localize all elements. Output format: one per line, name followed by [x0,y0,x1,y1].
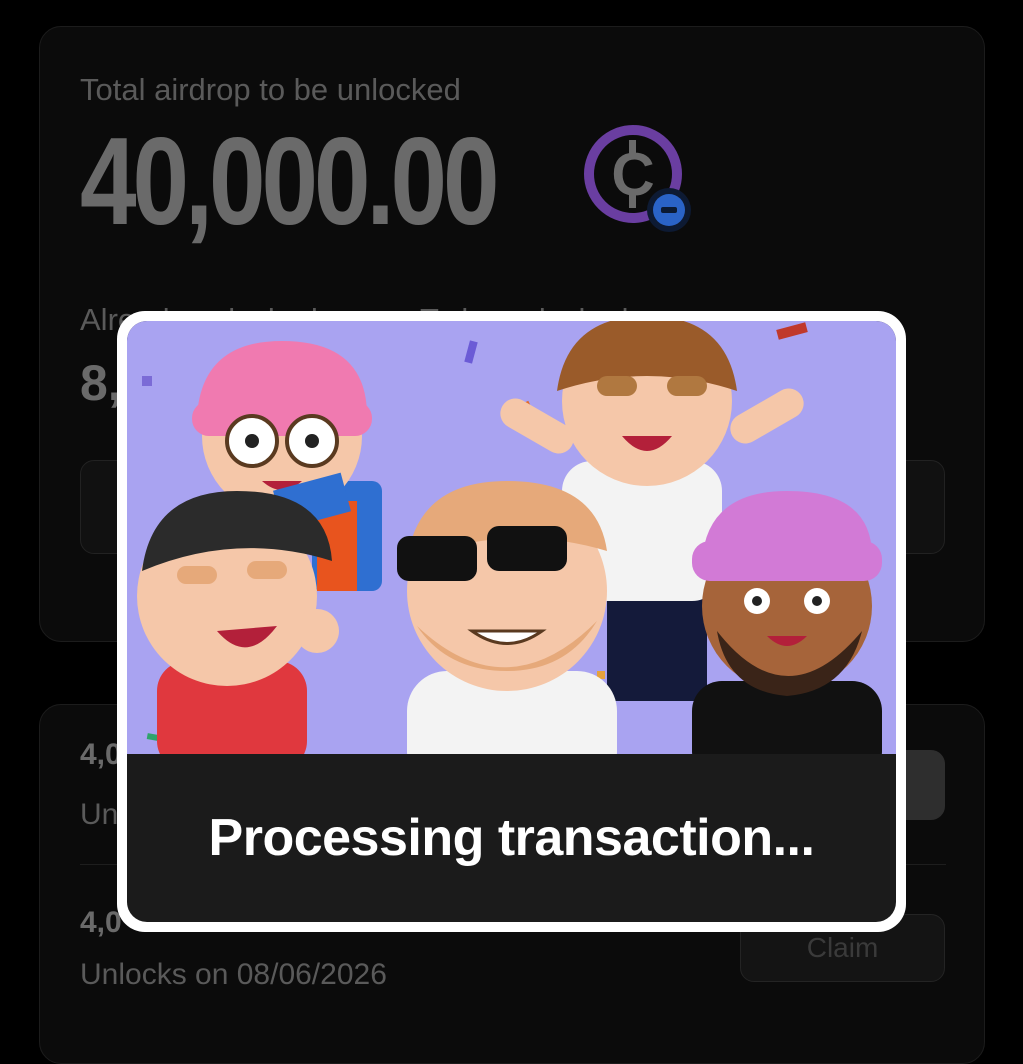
total-airdrop-label: Total airdrop to be unlocked [80,72,461,107]
unlock-row-2-subtitle: Unlocks on 08/06/2026 [80,958,387,991]
unlock-row-1-subtitle: Un [80,798,119,831]
already-unlocked-amount: 8, [80,355,122,411]
unlock-row-1-amount: 4,0 [80,738,122,771]
character-beard [692,491,882,754]
coin-c-icon: C [584,125,691,232]
character-sunglasses [397,481,617,754]
processing-message: Processing transaction... [208,809,815,867]
processing-modal: Processing transaction... [117,311,906,932]
unlock-row-2-amount: 4,0 [80,906,122,939]
total-airdrop-amount: 40,000.00 [80,113,500,251]
celebrating-characters-illustration [127,321,896,754]
badge-icon [647,188,691,232]
processing-modal-body: Processing transaction... [127,321,896,922]
